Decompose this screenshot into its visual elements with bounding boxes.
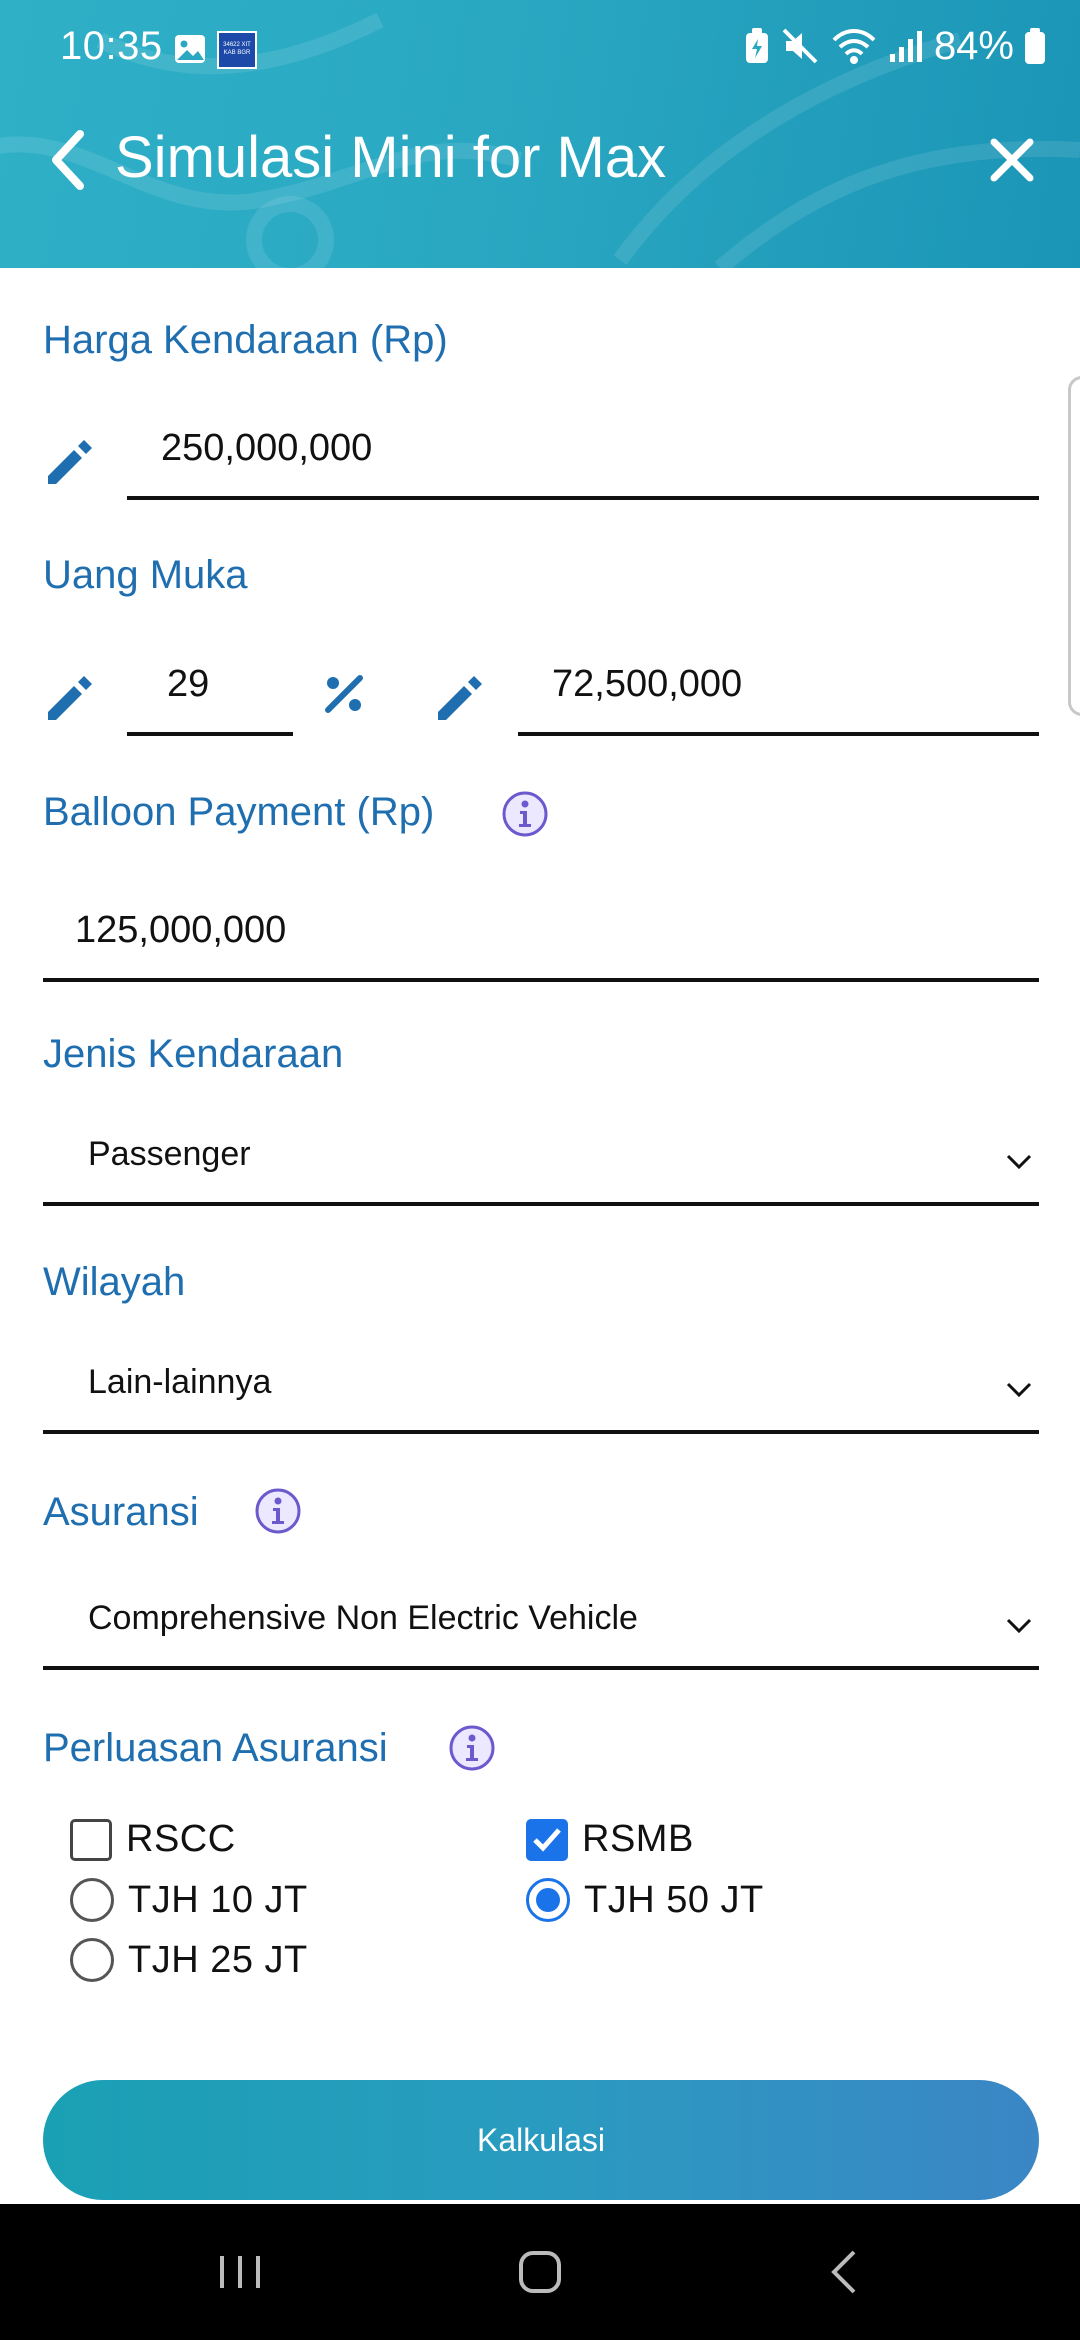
tjh-50-jt-radio[interactable]: TJH 50 JT xyxy=(526,1878,764,1922)
page-title: Simulasi Mini for Max xyxy=(115,125,667,190)
tjh-25-jt-label: TJH 25 JT xyxy=(128,1938,308,1981)
jenis-kendaraan-value: Passenger xyxy=(88,1135,251,1173)
chevron-down-icon xyxy=(1006,1382,1032,1398)
scroll-handle[interactable] xyxy=(1068,376,1080,716)
status-bar: 10:35 34622 XIT KAB BGR 84% xyxy=(0,0,1080,80)
tjh-50-jt-label: TJH 50 JT xyxy=(584,1878,764,1921)
battery-icon xyxy=(1025,28,1045,64)
rscc-label: RSCC xyxy=(126,1818,236,1860)
rsmb-label: RSMB xyxy=(582,1818,694,1860)
harga-kendaraan-input[interactable]: 250,000,000 xyxy=(127,412,1039,500)
balloon-payment-label: Balloon Payment (Rp) xyxy=(43,790,435,834)
perluasan-asuransi-label: Perluasan Asuransi xyxy=(43,1726,388,1770)
home-icon[interactable] xyxy=(500,2240,580,2304)
harga-kendaraan-value: 250,000,000 xyxy=(161,427,373,469)
back-nav-icon[interactable] xyxy=(806,2240,886,2304)
balloon-payment-value: 125,000,000 xyxy=(75,909,287,951)
pencil-icon xyxy=(48,676,92,720)
harga-kendaraan-label: Harga Kendaraan (Rp) xyxy=(43,318,448,362)
close-icon[interactable] xyxy=(980,128,1044,192)
uang-muka-amount-value: 72,500,000 xyxy=(552,663,743,705)
wilayah-label: Wilayah xyxy=(43,1260,186,1304)
pencil-icon xyxy=(48,440,92,484)
chevron-down-icon xyxy=(1006,1154,1032,1170)
gallery-icon xyxy=(175,35,205,63)
jenis-kendaraan-dropdown[interactable]: Passenger xyxy=(43,1116,1039,1206)
battery-percentage: 84% xyxy=(933,23,1014,68)
asuransi-dropdown[interactable]: Comprehensive Non Electric Vehicle xyxy=(43,1580,1039,1670)
radio-unchecked-icon[interactable] xyxy=(70,1938,114,1982)
back-arrow-icon[interactable] xyxy=(44,128,92,192)
pencil-icon xyxy=(438,676,482,720)
wilayah-dropdown[interactable]: Lain-lainnya xyxy=(43,1344,1039,1434)
rsmb-checkbox[interactable]: RSMB xyxy=(526,1818,694,1861)
checkbox-checked-icon[interactable] xyxy=(526,1818,568,1861)
percent-icon xyxy=(325,675,363,713)
radio-unchecked-icon[interactable] xyxy=(70,1878,114,1922)
chevron-down-icon xyxy=(1006,1618,1032,1634)
wifi-icon xyxy=(832,29,876,64)
uang-muka-percent-value: 29 xyxy=(167,663,210,705)
rscc-checkbox[interactable]: RSCC xyxy=(70,1818,236,1861)
jenis-kendaraan-label: Jenis Kendaraan xyxy=(43,1032,344,1076)
app-header: 10:35 34622 XIT KAB BGR 84% Simulasi Min… xyxy=(0,0,1080,268)
info-icon[interactable] xyxy=(501,790,549,838)
checkbox-unchecked-icon[interactable] xyxy=(70,1818,112,1861)
uang-muka-label: Uang Muka xyxy=(43,553,248,597)
asuransi-value: Comprehensive Non Electric Vehicle xyxy=(88,1599,638,1637)
status-time: 10:35 xyxy=(60,24,163,68)
signal-icon xyxy=(889,31,922,62)
uang-muka-amount-input[interactable]: 72,500,000 xyxy=(518,648,1039,736)
app-notification-logo: 34622 XIT KAB BGR xyxy=(217,31,257,69)
recent-apps-icon[interactable] xyxy=(200,2240,280,2304)
tjh-10-jt-radio[interactable]: TJH 10 JT xyxy=(70,1878,308,1922)
uang-muka-percent-input[interactable]: 29 xyxy=(127,648,293,736)
info-icon[interactable] xyxy=(254,1487,302,1535)
status-indicators: 84% xyxy=(744,24,1046,68)
wilayah-value: Lain-lainnya xyxy=(88,1363,272,1401)
info-icon[interactable] xyxy=(448,1724,496,1772)
tjh-10-jt-label: TJH 10 JT xyxy=(128,1878,308,1921)
kalkulasi-button[interactable]: Kalkulasi xyxy=(43,2080,1039,2200)
tjh-25-jt-radio[interactable]: TJH 25 JT xyxy=(70,1938,308,1982)
checkmark-icon xyxy=(533,1827,561,1852)
mute-icon xyxy=(782,28,818,64)
battery-saver-icon xyxy=(745,28,768,63)
balloon-payment-input[interactable]: 125,000,000 xyxy=(43,892,1039,982)
system-navigation-bar xyxy=(0,2204,1080,2340)
radio-checked-icon[interactable] xyxy=(526,1878,570,1922)
asuransi-label: Asuransi xyxy=(43,1490,199,1534)
